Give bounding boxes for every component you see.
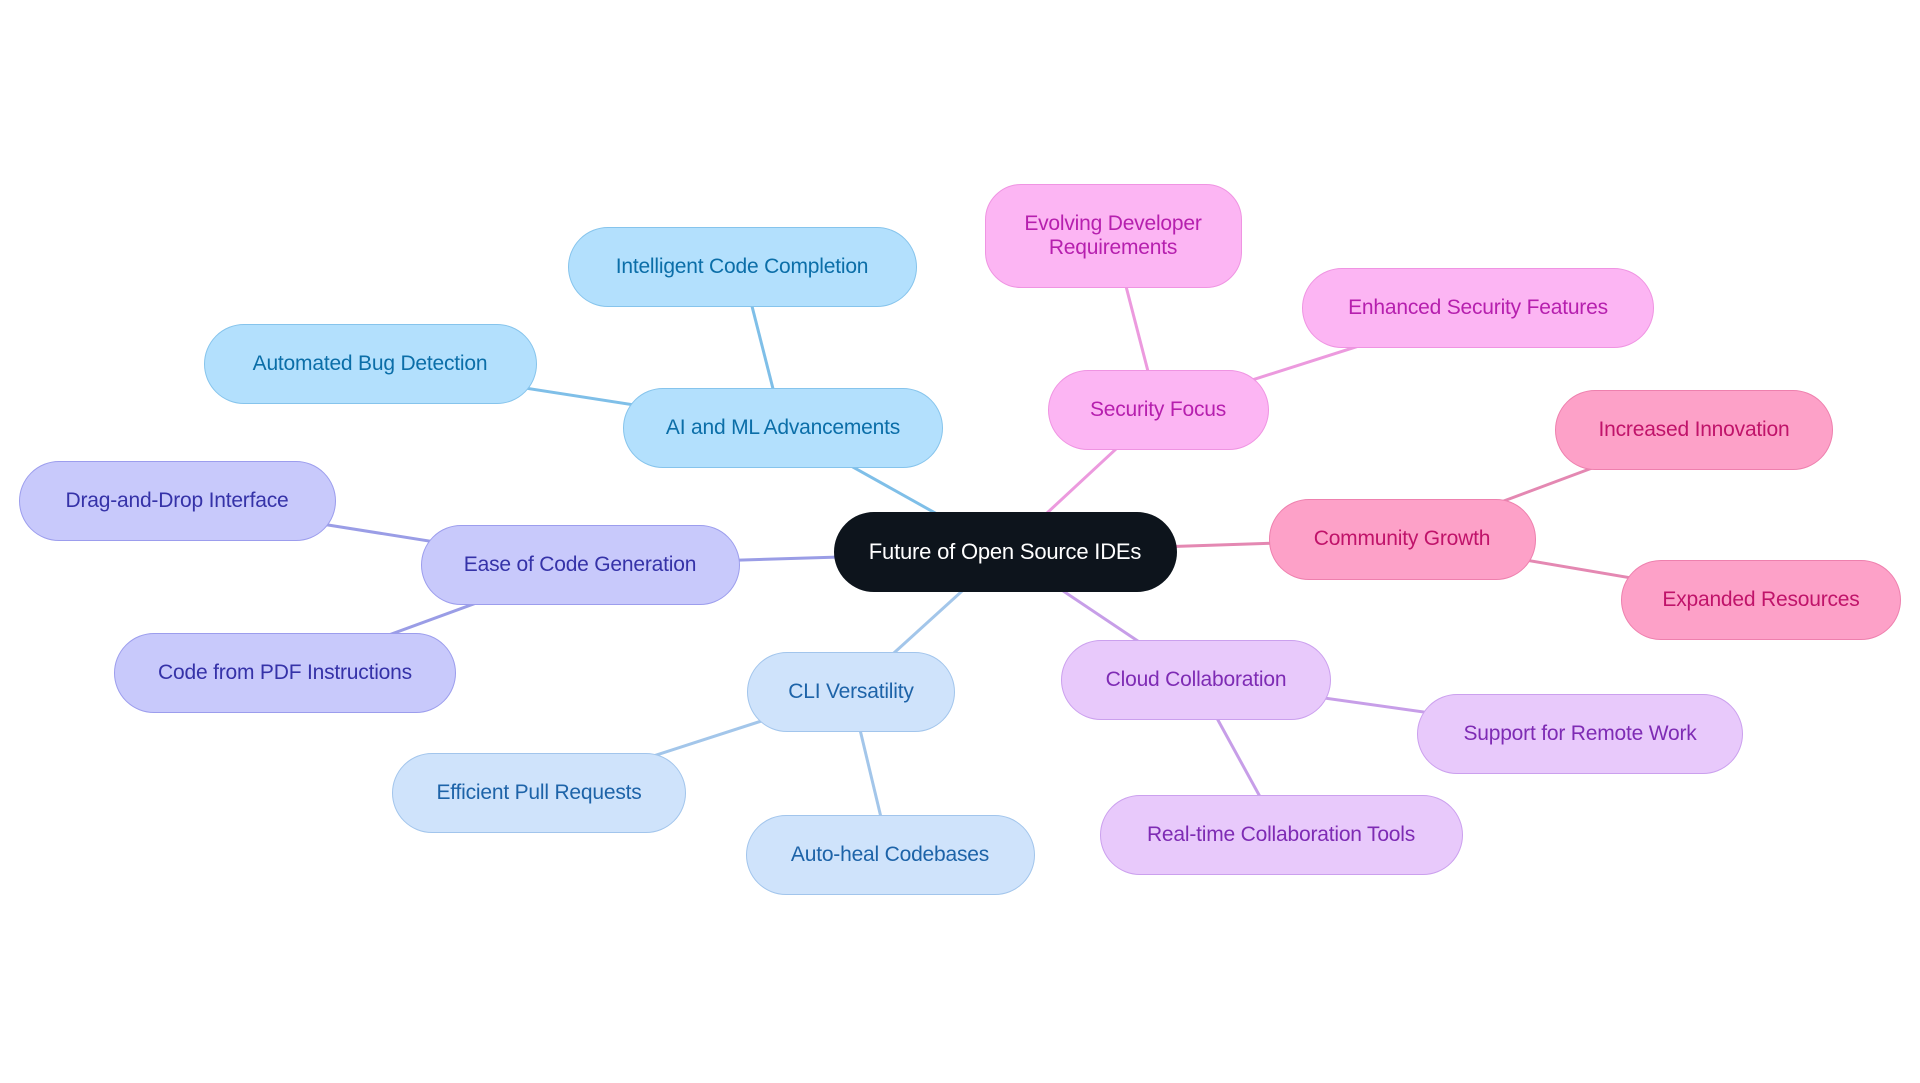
node-label: Increased Innovation: [1598, 418, 1790, 441]
node-label: Efficient Pull Requests: [436, 781, 642, 804]
node-label: Security Focus: [1089, 398, 1227, 421]
node-ai-1[interactable]: Intelligent Code Completion: [567, 227, 917, 307]
node-label: Community Growth: [1313, 527, 1491, 550]
node-cloud[interactable]: Cloud Collaboration: [1061, 640, 1331, 720]
node-security[interactable]: Security Focus: [1047, 370, 1269, 450]
node-cli-1[interactable]: Efficient Pull Requests: [392, 753, 686, 833]
node-label: Code from PDF Instructions: [158, 661, 412, 684]
node-ai[interactable]: AI and ML Advancements: [623, 388, 943, 468]
node-cloud-1[interactable]: Support for Remote Work: [1417, 694, 1743, 774]
node-label: Future of Open Source IDEs: [868, 539, 1142, 564]
node-security-1[interactable]: Evolving Developer Requirements: [984, 184, 1242, 288]
node-cli[interactable]: CLI Versatility: [747, 652, 955, 732]
node-label: Evolving Developer Requirements: [1024, 212, 1202, 259]
node-ease-2[interactable]: Code from PDF Instructions: [114, 633, 456, 713]
node-cloud-2[interactable]: Real-time Collaboration Tools: [1099, 795, 1463, 875]
node-ease-1[interactable]: Drag-and-Drop Interface: [18, 461, 336, 541]
node-label: Enhanced Security Features: [1348, 296, 1608, 319]
node-label: CLI Versatility: [788, 680, 914, 703]
node-community-1[interactable]: Increased Innovation: [1555, 390, 1833, 470]
node-label: AI and ML Advancements: [665, 416, 901, 439]
root-node[interactable]: Future of Open Source IDEs: [833, 512, 1177, 592]
node-security-2[interactable]: Enhanced Security Features: [1302, 268, 1654, 348]
node-ease[interactable]: Ease of Code Generation: [420, 525, 740, 605]
node-community-2[interactable]: Expanded Resources: [1621, 560, 1901, 640]
node-label: Expanded Resources: [1662, 588, 1860, 611]
node-community[interactable]: Community Growth: [1268, 498, 1536, 580]
node-label: Cloud Collaboration: [1105, 668, 1287, 691]
node-label: Ease of Code Generation: [463, 553, 697, 576]
node-label: Support for Remote Work: [1463, 722, 1697, 745]
node-label: Real-time Collaboration Tools: [1146, 823, 1416, 846]
node-cli-2[interactable]: Auto-heal Codebases: [745, 815, 1035, 895]
node-label: Drag-and-Drop Interface: [65, 489, 289, 512]
node-label: Automated Bug Detection: [252, 352, 488, 375]
node-ai-2[interactable]: Automated Bug Detection: [203, 324, 537, 404]
node-label: Intelligent Code Completion: [615, 255, 869, 278]
node-label: Auto-heal Codebases: [790, 843, 990, 866]
